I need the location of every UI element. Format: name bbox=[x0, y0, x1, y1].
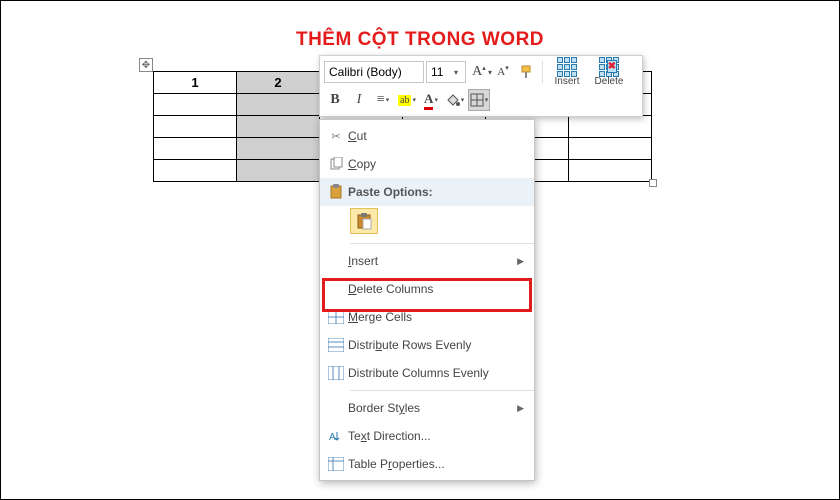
font-size-combo[interactable]: ▾ bbox=[426, 61, 466, 83]
scissors-icon: ✂ bbox=[324, 130, 348, 143]
format-painter-button[interactable] bbox=[516, 61, 538, 83]
font-name-combo[interactable]: ▾ bbox=[324, 61, 424, 83]
merge-icon bbox=[324, 310, 348, 324]
font-size-input[interactable] bbox=[427, 62, 449, 82]
menu-distribute-columns[interactable]: Distribute Columns Evenly bbox=[320, 359, 534, 387]
grid-icon bbox=[470, 93, 484, 107]
menu-insert[interactable]: Insert ▶ bbox=[320, 247, 534, 275]
italic-button[interactable]: I bbox=[348, 89, 370, 111]
delete-button[interactable]: ✖ Delete bbox=[589, 57, 629, 87]
shrink-font-button[interactable]: A▾ bbox=[492, 61, 514, 83]
delete-label: Delete bbox=[595, 76, 624, 87]
menu-distribute-rows[interactable]: Distribute Rows Evenly bbox=[320, 331, 534, 359]
table-resize-handle[interactable] bbox=[649, 179, 657, 187]
insert-label: Insert bbox=[554, 76, 579, 87]
mini-toolbar: ▾ ▾ A▴ A▾ Insert ✖ Delete B I ≡▾ ab▾ A▾ bbox=[319, 55, 643, 117]
chevron-right-icon: ▶ bbox=[517, 403, 524, 414]
bucket-icon bbox=[446, 93, 460, 107]
grow-font-button[interactable]: A▴ bbox=[468, 61, 490, 83]
menu-separator bbox=[350, 390, 534, 391]
copy-icon bbox=[324, 157, 348, 171]
shading-button[interactable]: ▾ bbox=[444, 89, 466, 111]
menu-delete-columns[interactable]: Delete Columns bbox=[320, 275, 534, 303]
paste-keep-formatting-button[interactable] bbox=[350, 208, 378, 234]
highlight-button[interactable]: ab▾ bbox=[396, 89, 418, 111]
menu-text-direction[interactable]: A Text Direction... bbox=[320, 422, 534, 450]
cell[interactable]: 2 bbox=[237, 72, 320, 94]
font-color-button[interactable]: A▾ bbox=[420, 89, 442, 111]
menu-merge-cells[interactable]: Merge Cells bbox=[320, 303, 534, 331]
page-title: THÊM CỘT TRONG WORD bbox=[1, 29, 839, 51]
table-move-handle[interactable]: ✥ bbox=[139, 58, 153, 72]
table-properties-icon bbox=[324, 457, 348, 471]
menu-paste-options: Paste Options: bbox=[320, 178, 534, 206]
paste-options-row bbox=[320, 206, 534, 240]
paintbrush-icon bbox=[519, 64, 535, 80]
svg-text:A: A bbox=[329, 432, 336, 443]
borders-button[interactable]: ▾ bbox=[468, 89, 490, 111]
clipboard-icon bbox=[324, 184, 348, 200]
text-direction-icon: A bbox=[324, 429, 348, 443]
cell[interactable]: 1 bbox=[154, 72, 237, 94]
menu-copy[interactable]: Copy bbox=[320, 150, 534, 178]
align-button[interactable]: ≡▾ bbox=[372, 89, 394, 111]
insert-button[interactable]: Insert bbox=[547, 57, 587, 87]
menu-border-styles[interactable]: Border Styles ▶ bbox=[320, 394, 534, 422]
bold-button[interactable]: B bbox=[324, 89, 346, 111]
menu-separator bbox=[350, 243, 534, 244]
distribute-rows-icon bbox=[324, 338, 348, 352]
align-icon: ≡ bbox=[377, 92, 385, 108]
menu-table-properties[interactable]: Table Properties... bbox=[320, 450, 534, 478]
chevron-down-icon[interactable]: ▾ bbox=[449, 68, 463, 77]
distribute-cols-icon bbox=[324, 366, 348, 380]
menu-cut[interactable]: ✂ Cut bbox=[320, 122, 534, 150]
chevron-right-icon: ▶ bbox=[517, 256, 524, 267]
clipboard-icon bbox=[356, 212, 372, 230]
context-menu: ✂ Cut Copy Paste Options: Insert ▶ Delet… bbox=[319, 119, 535, 481]
